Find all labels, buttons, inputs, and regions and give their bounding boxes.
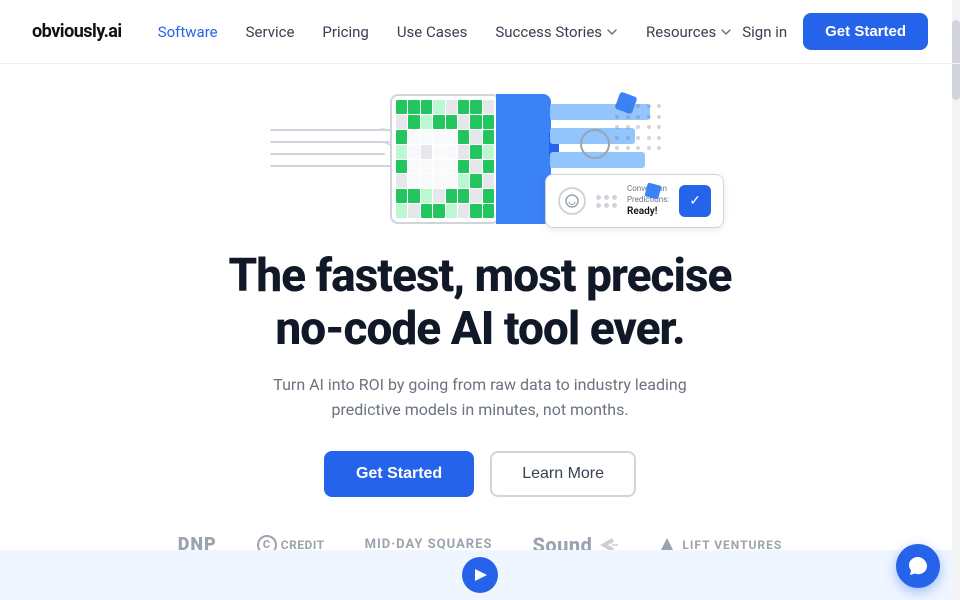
data-grid xyxy=(390,94,500,224)
cta-buttons: Get Started Learn More xyxy=(324,451,636,497)
chat-icon xyxy=(907,555,929,577)
pred-check-icon: ✓ xyxy=(679,185,711,217)
pred-circle xyxy=(558,187,586,215)
line-3 xyxy=(270,153,385,155)
nav-item-resources[interactable]: Resources xyxy=(646,23,732,41)
hero-heading: The fastest, most precise no-code AI too… xyxy=(229,250,732,356)
play-button[interactable] xyxy=(462,557,498,593)
play-icon xyxy=(475,569,487,581)
nav-item-use-cases[interactable]: Use Cases xyxy=(397,23,468,41)
nav-links: Software Service Pricing Use Cases Succe… xyxy=(158,23,743,41)
hero-learn-more-button[interactable]: Learn More xyxy=(490,451,636,497)
line-4 xyxy=(270,165,395,167)
nav-item-service[interactable]: Service xyxy=(246,23,295,41)
line-2 xyxy=(270,141,390,143)
decoration-dot-grid xyxy=(615,104,665,154)
logo[interactable]: obviously.ai xyxy=(32,21,122,42)
bottom-band xyxy=(0,550,960,600)
nav-actions: Sign in Get Started xyxy=(742,13,928,50)
nav-item-software[interactable]: Software xyxy=(158,23,218,41)
chat-button[interactable] xyxy=(896,544,940,588)
decoration-lines xyxy=(270,129,400,167)
nav-get-started-button[interactable]: Get Started xyxy=(803,13,928,50)
hero-get-started-button[interactable]: Get Started xyxy=(324,451,474,497)
blue-connector xyxy=(496,94,551,224)
nav-item-success-stories[interactable]: Success Stories xyxy=(495,23,618,41)
decoration-circle xyxy=(580,129,610,159)
chevron-down-icon xyxy=(606,26,618,38)
scrollbar[interactable] xyxy=(952,0,960,600)
hero-illustration: Conversion Predictions: Ready! ✓ xyxy=(240,74,720,234)
prediction-card: Conversion Predictions: Ready! ✓ xyxy=(545,174,724,228)
hero-section: Conversion Predictions: Ready! ✓ The fas… xyxy=(0,64,960,557)
chevron-down-icon xyxy=(720,26,732,38)
navigation: obviously.ai Software Service Pricing Us… xyxy=(0,0,960,64)
nav-item-pricing[interactable]: Pricing xyxy=(322,23,368,41)
hero-subtext: Turn AI into ROI by going from raw data … xyxy=(270,372,690,423)
pred-dots xyxy=(596,195,617,208)
sign-in-button[interactable]: Sign in xyxy=(742,23,787,41)
